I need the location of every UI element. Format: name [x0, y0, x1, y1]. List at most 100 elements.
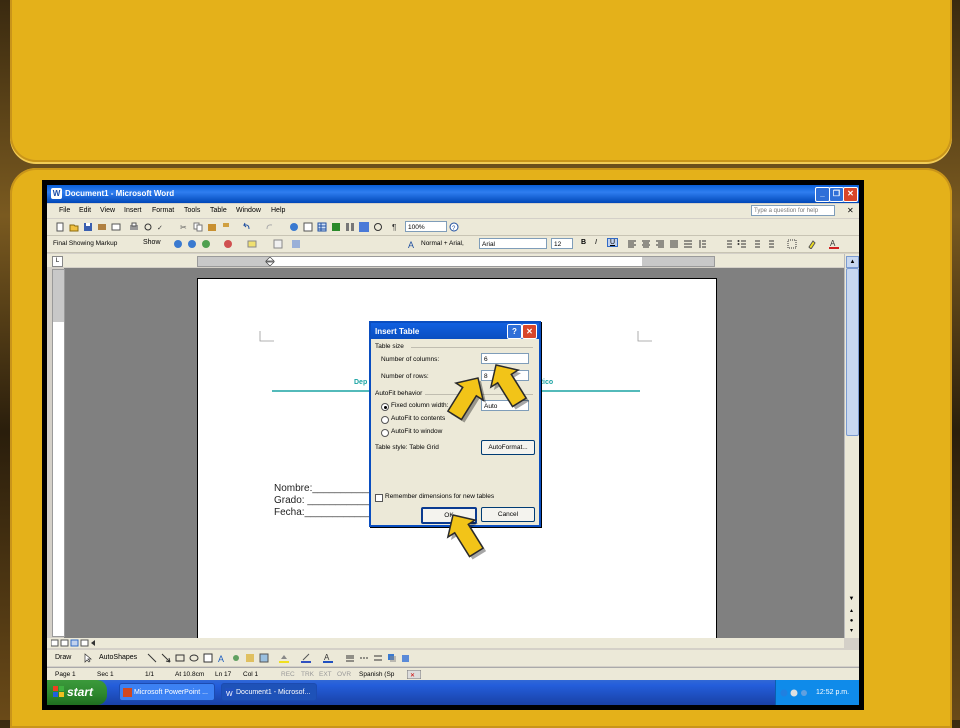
- status-rec[interactable]: REC: [281, 671, 295, 678]
- copy-icon[interactable]: [193, 222, 203, 232]
- dialog-close-icon[interactable]: ✕: [522, 324, 537, 339]
- border-icon[interactable]: [787, 239, 797, 249]
- 3d-style-icon[interactable]: [401, 653, 411, 663]
- menu-view[interactable]: View: [100, 207, 115, 214]
- rectangle-icon[interactable]: [175, 653, 185, 663]
- bold-button[interactable]: B: [581, 239, 586, 246]
- align-left-icon[interactable]: [627, 239, 637, 249]
- menu-file[interactable]: File: [59, 207, 70, 214]
- horizontal-ruler[interactable]: [197, 256, 715, 267]
- status-ext[interactable]: EXT: [319, 671, 332, 678]
- close-button[interactable]: ✕: [843, 187, 858, 202]
- select-objects-icon[interactable]: [83, 653, 93, 663]
- menu-help[interactable]: Help: [271, 207, 285, 214]
- status-ovr[interactable]: OVR: [337, 671, 351, 678]
- autofit-contents-radio[interactable]: [381, 416, 389, 424]
- fixed-width-spinner[interactable]: Auto: [481, 400, 529, 411]
- line-style-icon[interactable]: [345, 653, 355, 663]
- dash-style-icon[interactable]: [359, 653, 369, 663]
- show-hide-icon[interactable]: ¶: [391, 222, 401, 232]
- remember-checkbox[interactable]: [375, 494, 383, 502]
- markup-mode-select[interactable]: Final Showing Markup: [51, 238, 137, 249]
- bullets-icon[interactable]: [737, 239, 747, 249]
- insert-table-icon[interactable]: [317, 222, 327, 232]
- distributed-icon[interactable]: [683, 239, 693, 249]
- hyperlink-icon[interactable]: [289, 222, 299, 232]
- numbering-icon[interactable]: [723, 239, 733, 249]
- cut-icon[interactable]: ✂: [179, 222, 189, 232]
- previous-page-icon[interactable]: ▴: [846, 606, 857, 616]
- menu-table[interactable]: Table: [210, 207, 227, 214]
- select-browse-object-icon[interactable]: ●: [846, 616, 857, 626]
- menu-format[interactable]: Format: [152, 207, 174, 214]
- insert-comment-icon[interactable]: [247, 239, 257, 249]
- drawing-icon[interactable]: [359, 222, 369, 232]
- redo-icon[interactable]: [265, 222, 275, 232]
- undo-icon[interactable]: [241, 222, 251, 232]
- show-menu[interactable]: Show: [143, 239, 161, 246]
- autoformat-button[interactable]: AutoFormat...: [481, 440, 535, 455]
- insert-excel-icon[interactable]: [331, 222, 341, 232]
- reject-change-icon[interactable]: [223, 239, 233, 249]
- next-change-icon[interactable]: [187, 239, 197, 249]
- underline-button[interactable]: U: [607, 238, 619, 247]
- tables-borders-icon[interactable]: [303, 222, 313, 232]
- status-trk[interactable]: TRK: [301, 671, 314, 678]
- help-search-input[interactable]: Type a question for help: [751, 205, 835, 216]
- align-center-icon[interactable]: [641, 239, 651, 249]
- menu-insert[interactable]: Insert: [124, 207, 142, 214]
- paste-icon[interactable]: [207, 222, 217, 232]
- open-icon[interactable]: [69, 222, 79, 232]
- restore-button[interactable]: ❐: [829, 187, 844, 202]
- document-map-icon[interactable]: [373, 222, 383, 232]
- view-buttons[interactable]: [51, 638, 101, 648]
- highlight-icon[interactable]: [807, 239, 817, 249]
- clip-art-icon[interactable]: [245, 653, 255, 663]
- style-select[interactable]: Normal + Arial,: [419, 238, 473, 249]
- scroll-down-icon[interactable]: ▼: [846, 594, 857, 604]
- decrease-indent-icon[interactable]: [751, 239, 761, 249]
- previous-change-icon[interactable]: [173, 239, 183, 249]
- columns-icon[interactable]: [345, 222, 355, 232]
- fill-color-icon[interactable]: [279, 653, 289, 663]
- columns-spinner[interactable]: 6: [481, 353, 529, 364]
- track-changes-icon[interactable]: [273, 239, 283, 249]
- arrow-style-icon[interactable]: [373, 653, 383, 663]
- diagram-icon[interactable]: [231, 653, 241, 663]
- font-color-icon[interactable]: A: [829, 239, 839, 249]
- tray-icons[interactable]: [780, 688, 810, 698]
- zoom-select[interactable]: 100%: [405, 221, 447, 232]
- scroll-up-icon[interactable]: ▲: [846, 256, 859, 268]
- document-close-icon[interactable]: ✕: [847, 206, 854, 215]
- cancel-button[interactable]: Cancel: [481, 507, 535, 522]
- draw-menu[interactable]: Draw: [55, 654, 71, 661]
- taskbar-word[interactable]: W Document1 - Microsof...: [221, 683, 317, 701]
- start-button[interactable]: start: [47, 680, 107, 705]
- spelling-icon[interactable]: ✓: [157, 222, 167, 232]
- picture-icon[interactable]: [259, 653, 269, 663]
- save-icon[interactable]: [83, 222, 93, 232]
- menu-tools[interactable]: Tools: [184, 207, 200, 214]
- taskbar-powerpoint[interactable]: Microsoft PowerPoint ...: [119, 683, 215, 701]
- dialog-help-icon[interactable]: ?: [507, 324, 522, 339]
- justify-icon[interactable]: [669, 239, 679, 249]
- permission-icon[interactable]: [97, 222, 107, 232]
- line-spacing-icon[interactable]: [697, 239, 707, 249]
- tab-selector[interactable]: L: [52, 256, 63, 267]
- autofit-window-radio[interactable]: [381, 429, 389, 437]
- menu-window[interactable]: Window: [236, 207, 261, 214]
- minimize-button[interactable]: _: [815, 187, 830, 202]
- text-box-icon[interactable]: [203, 653, 213, 663]
- oval-icon[interactable]: [189, 653, 199, 663]
- styles-icon[interactable]: A: [407, 239, 417, 249]
- format-painter-icon[interactable]: [221, 222, 231, 232]
- spelling-status-icon[interactable]: ✕: [407, 670, 421, 679]
- italic-button[interactable]: I: [595, 239, 597, 246]
- increase-indent-icon[interactable]: [765, 239, 775, 249]
- line-icon[interactable]: [147, 653, 157, 663]
- menu-edit[interactable]: Edit: [79, 207, 91, 214]
- font-color-draw-icon[interactable]: A: [323, 653, 333, 663]
- accept-change-icon[interactable]: [201, 239, 211, 249]
- vertical-ruler[interactable]: [52, 269, 65, 637]
- reviewing-pane-icon[interactable]: [291, 239, 301, 249]
